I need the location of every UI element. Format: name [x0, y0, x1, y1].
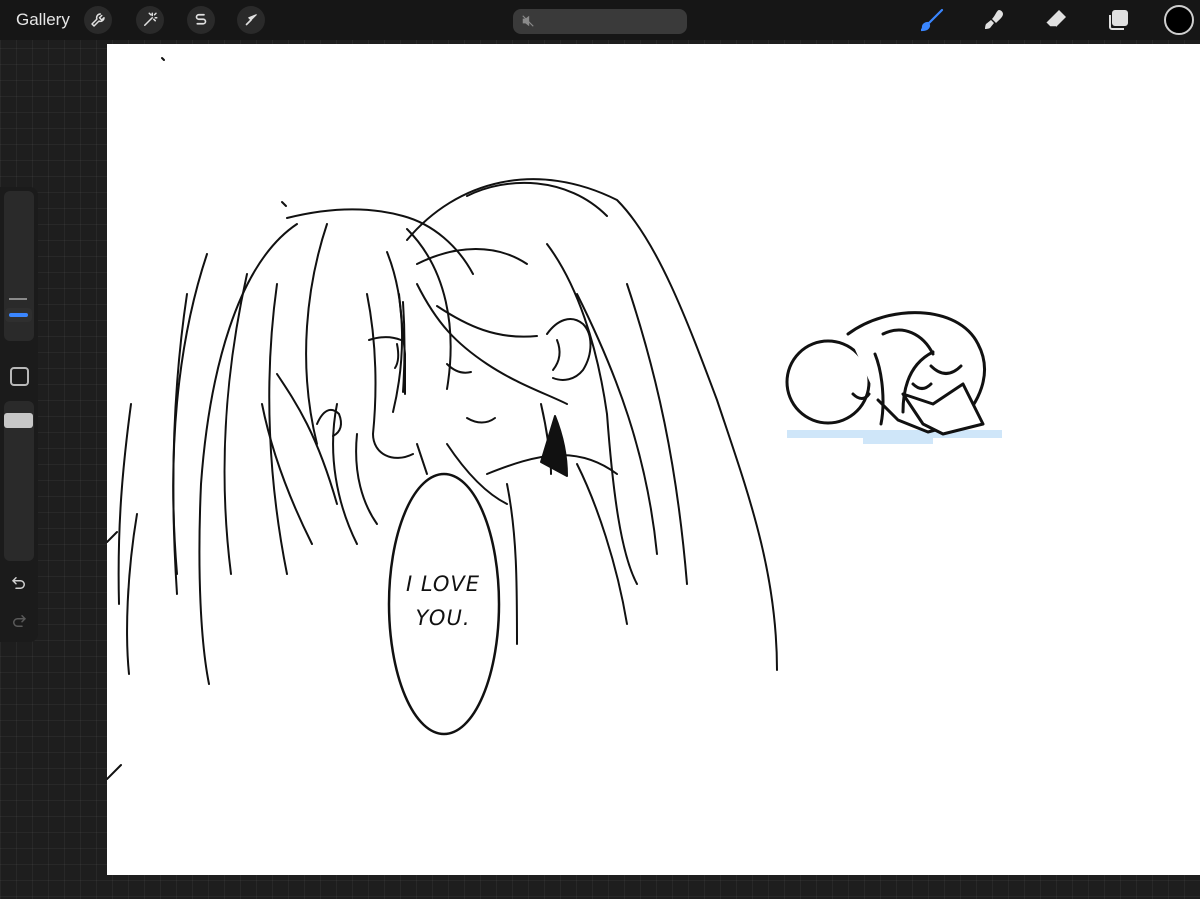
speech-line-2: YOU.	[415, 606, 471, 630]
speech-bubble-text: I LOVE YOU.	[395, 567, 491, 635]
opacity-slider[interactable]	[4, 401, 34, 561]
brush-tool-button[interactable]	[918, 6, 946, 34]
muted-icon	[522, 15, 534, 27]
redo-button[interactable]	[9, 611, 29, 631]
eraser-icon	[1045, 10, 1066, 28]
transform-button[interactable]	[237, 6, 265, 34]
selection-button[interactable]	[187, 6, 215, 34]
chibi-crying-figure	[785, 311, 1002, 444]
tear-puddle	[787, 430, 1002, 444]
sketch-artwork	[107, 57, 778, 780]
color-picker-button[interactable]	[1164, 5, 1194, 35]
undo-button[interactable]	[9, 573, 29, 593]
gallery-button[interactable]: Gallery	[16, 10, 70, 30]
status-notification-pill	[513, 9, 687, 34]
redo-icon	[13, 615, 26, 627]
top-toolbar: Gallery	[0, 0, 1200, 40]
layers-button[interactable]	[1104, 6, 1132, 34]
brush-size-handle[interactable]	[5, 308, 32, 322]
brush-size-tick	[9, 298, 27, 300]
eraser-tool-button[interactable]	[1042, 6, 1070, 34]
smudge-tool-button[interactable]	[980, 6, 1008, 34]
magic-wand-icon	[144, 12, 158, 26]
side-toolbar	[0, 187, 38, 642]
undo-icon	[12, 577, 25, 589]
opacity-handle[interactable]	[4, 413, 33, 428]
adjustments-button[interactable]	[136, 6, 164, 34]
brush-icon	[920, 8, 944, 32]
actions-button[interactable]	[84, 6, 112, 34]
drawing-canvas[interactable]: I LOVE YOU.	[107, 44, 1200, 875]
layers-icon	[1109, 10, 1128, 30]
speech-line-1: I LOVE	[405, 572, 481, 596]
wrench-icon	[91, 13, 105, 27]
smudge-icon	[985, 10, 1003, 29]
brush-size-slider[interactable]	[4, 191, 34, 341]
modify-button[interactable]	[10, 367, 29, 386]
brush-size-indicator	[9, 313, 28, 317]
transform-arrow-icon	[245, 14, 257, 26]
selection-s-icon	[195, 13, 207, 25]
